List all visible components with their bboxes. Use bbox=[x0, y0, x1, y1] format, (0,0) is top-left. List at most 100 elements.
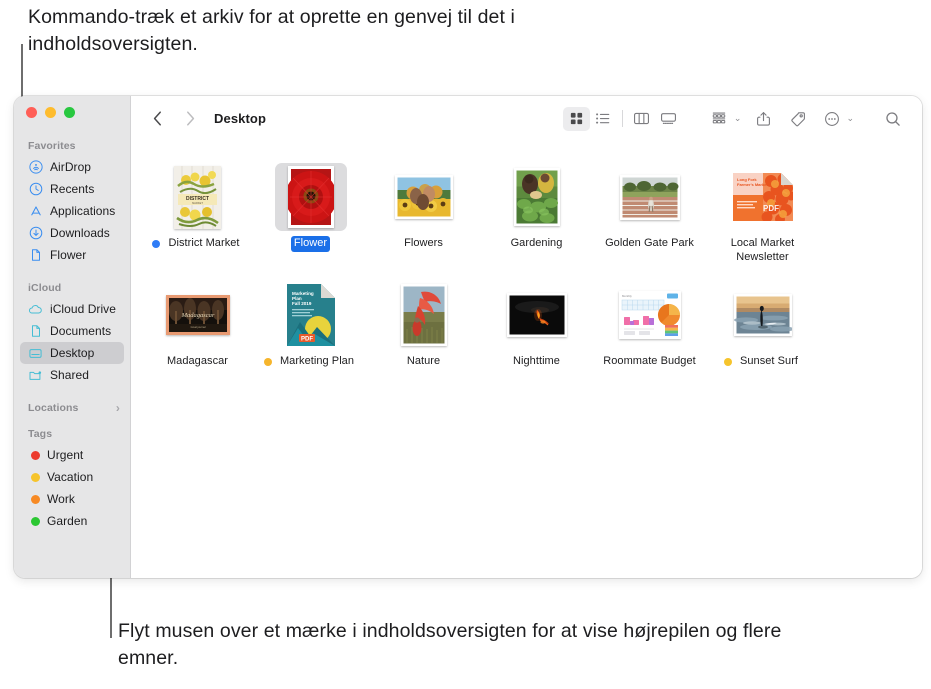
sidebar-item-tag-urgent[interactable]: Urgent bbox=[20, 444, 124, 466]
view-as-gallery-button[interactable] bbox=[655, 107, 682, 131]
sidebar-item-airdrop[interactable]: AirDrop bbox=[20, 156, 124, 178]
svg-text:Monthly: Monthly bbox=[622, 294, 632, 298]
clock-icon bbox=[28, 182, 43, 197]
file-name-label[interactable]: Local Market Newsletter bbox=[709, 236, 817, 265]
screenshot-root: Kommando-træk et arkiv for at oprette en… bbox=[0, 0, 931, 689]
more-actions-button[interactable] bbox=[818, 107, 845, 131]
more-actions-control[interactable]: ⌄ bbox=[818, 107, 857, 131]
file-name-label[interactable]: Sunset Surf bbox=[737, 354, 801, 370]
file-item[interactable]: Gardening bbox=[480, 153, 593, 265]
file-tag-dot-icon bbox=[263, 358, 272, 366]
file-thumbnail: Monthly bbox=[614, 281, 686, 349]
file-thumbnail bbox=[501, 281, 573, 349]
tag-dot-icon bbox=[31, 494, 40, 504]
file-name-label[interactable]: Gardening bbox=[508, 236, 566, 252]
file-item[interactable]: Monthly Roommate Budget bbox=[593, 271, 706, 370]
file-name-row: Madagascar bbox=[164, 354, 231, 370]
group-by-control[interactable]: ⌄ bbox=[706, 107, 745, 131]
forward-button[interactable] bbox=[178, 107, 202, 131]
file-thumbnail bbox=[388, 281, 460, 349]
file-name-label[interactable]: Flowers bbox=[401, 236, 446, 252]
file-name-label[interactable]: Nature bbox=[404, 354, 443, 370]
file-name-row: Sunset Surf bbox=[723, 354, 801, 370]
back-button[interactable] bbox=[145, 107, 169, 131]
sidebar-item-tag-vacation[interactable]: Vacation bbox=[20, 466, 124, 488]
view-as-columns-button[interactable] bbox=[628, 107, 655, 131]
file-item[interactable]: Nighttime bbox=[480, 271, 593, 370]
file-thumbnail: DISTRICT MARKET bbox=[162, 163, 234, 231]
search-button[interactable] bbox=[879, 107, 906, 131]
chevron-down-icon[interactable]: ⌄ bbox=[846, 113, 854, 124]
file-item[interactable]: Nature bbox=[367, 271, 480, 370]
airdrop-icon bbox=[28, 160, 43, 175]
toolbar-actions: ⌄ ⌄ bbox=[562, 106, 906, 131]
appstore-icon bbox=[28, 204, 43, 219]
sidebar-section-label: Tags bbox=[28, 428, 53, 440]
file-name-row: Marketing Plan bbox=[263, 354, 357, 370]
chevron-down-icon[interactable]: ⌄ bbox=[734, 113, 742, 124]
sidebar-item-label: Urgent bbox=[47, 448, 84, 462]
sidebar-item-flower[interactable]: Flower bbox=[20, 244, 124, 266]
tags-button[interactable] bbox=[784, 107, 811, 131]
sidebar-item-documents[interactable]: Documents bbox=[20, 320, 124, 342]
file-name-label[interactable]: Marketing Plan bbox=[277, 354, 357, 370]
close-button[interactable] bbox=[26, 107, 37, 118]
sidebar-item-downloads[interactable]: Downloads bbox=[20, 222, 124, 244]
sidebar-item-label: Recents bbox=[50, 182, 95, 196]
svg-text:Farmer's Market: Farmer's Market bbox=[737, 182, 768, 187]
group-by-button[interactable] bbox=[706, 107, 733, 131]
view-as-icons-button[interactable] bbox=[562, 106, 590, 131]
file-name-row: Nature bbox=[404, 354, 443, 370]
zoom-button[interactable] bbox=[64, 107, 75, 118]
file-item[interactable]: Marketing Plan Fall 2019 PDF Marketing P… bbox=[254, 271, 367, 370]
file-tag-dot-icon bbox=[723, 358, 732, 366]
file-item[interactable]: DISTRICT MARKET District Market bbox=[141, 153, 254, 265]
sidebar-item-desktop[interactable]: Desktop bbox=[20, 342, 124, 364]
file-name-row: Flowers bbox=[401, 236, 446, 252]
sidebar-item-tag-work[interactable]: Work bbox=[20, 488, 124, 510]
file-name-row: Roommate Budget bbox=[600, 354, 698, 370]
share-button[interactable] bbox=[750, 107, 777, 131]
file-item[interactable]: Long Fork Farmer's Market PDF Local Mark… bbox=[706, 153, 819, 265]
sidebar: Favorites AirDrop Recents Applications D… bbox=[14, 96, 131, 578]
sidebar-item-icloud-drive[interactable]: iCloud Drive bbox=[20, 298, 124, 320]
svg-text:Fall 2019: Fall 2019 bbox=[292, 301, 312, 306]
file-name-label[interactable]: Madagascar bbox=[164, 354, 231, 370]
file-item[interactable]: Flowers bbox=[367, 153, 480, 265]
file-item[interactable]: Golden Gate Park bbox=[593, 153, 706, 265]
file-item[interactable]: Madagascar travel journal Madagascar bbox=[141, 271, 254, 370]
file-item[interactable]: Flower bbox=[254, 153, 367, 265]
file-grid[interactable]: DISTRICT MARKET District Market Flower F… bbox=[131, 141, 922, 578]
file-thumbnail: Madagascar travel journal bbox=[162, 281, 234, 349]
minimize-button[interactable] bbox=[45, 107, 56, 118]
window-controls bbox=[26, 107, 75, 118]
file-name-label[interactable]: Flower bbox=[290, 236, 331, 252]
sidebar-item-recents[interactable]: Recents bbox=[20, 178, 124, 200]
view-as-list-button[interactable] bbox=[590, 107, 617, 131]
file-name-row: Golden Gate Park bbox=[602, 236, 697, 252]
desktop-icon bbox=[28, 346, 43, 361]
sidebar-scroll-area[interactable]: Favorites AirDrop Recents Applications D… bbox=[14, 134, 130, 578]
file-name-label[interactable]: Golden Gate Park bbox=[602, 236, 697, 252]
chevron-right-icon[interactable]: › bbox=[116, 402, 120, 414]
svg-text:PDF: PDF bbox=[301, 337, 313, 343]
file-item[interactable]: Sunset Surf bbox=[706, 271, 819, 370]
file-name-row: Gardening bbox=[508, 236, 566, 252]
sidebar-item-label: Applications bbox=[50, 204, 116, 218]
sidebar-item-label: Flower bbox=[50, 248, 87, 262]
file-name-label[interactable]: Nighttime bbox=[510, 354, 563, 370]
main-pane: Desktop ⌄ ⌄ DISTRICT MARKET District Mar… bbox=[131, 96, 922, 578]
file-thumbnail: Long Fork Farmer's Market PDF bbox=[727, 163, 799, 231]
sidebar-section-locations-title[interactable]: Locations › bbox=[14, 396, 130, 418]
sidebar-item-tag-garden[interactable]: Garden bbox=[20, 510, 124, 532]
download-icon bbox=[28, 226, 43, 241]
sidebar-item-shared[interactable]: Shared bbox=[20, 364, 124, 386]
file-name-label[interactable]: District Market bbox=[165, 236, 242, 252]
tag-dot-icon bbox=[31, 472, 40, 482]
sidebar-item-label: Vacation bbox=[47, 470, 94, 484]
sidebar-item-label: Desktop bbox=[50, 346, 95, 360]
sidebar-section-label: Locations bbox=[28, 402, 79, 414]
file-name-label[interactable]: Roommate Budget bbox=[600, 354, 698, 370]
cloud-icon bbox=[28, 302, 43, 317]
sidebar-item-applications[interactable]: Applications bbox=[20, 200, 124, 222]
